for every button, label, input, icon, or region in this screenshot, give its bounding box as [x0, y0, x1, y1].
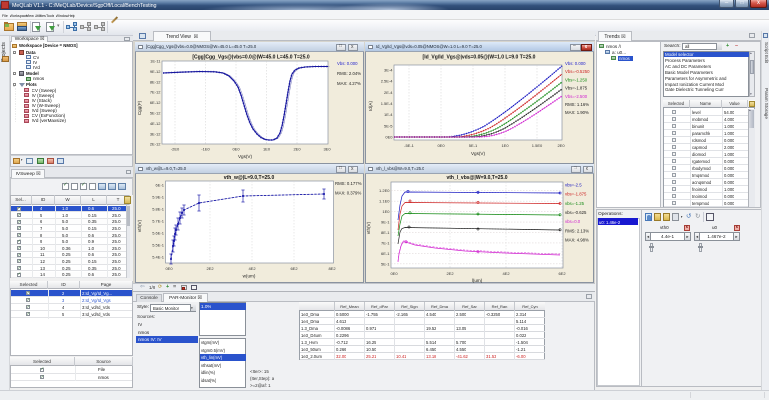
svg-text:6E-12: 6E-12: [150, 100, 161, 105]
svg-text:2E2: 2E2: [206, 266, 214, 271]
svg-text:w(um): w(um): [243, 274, 256, 279]
svg-text:7E-12: 7E-12: [150, 90, 161, 95]
svg-text:4E2: 4E2: [502, 271, 510, 276]
svg-text:[Id_Vg/Id_Vgs@|vds=0.05@|W=1.0: [Id_Vg/Id_Vgs@|vds=0.05@|W=1.0 L=9.0 T=2…: [423, 55, 536, 61]
svg-text:MAX: 0.379%: MAX: 0.379%: [335, 191, 361, 196]
svg-text:0E0: 0E0: [232, 147, 240, 152]
svg-text:RMS: 1.16%: RMS: 1.16%: [565, 102, 589, 107]
svg-text:5.5E-1: 5.5E-1: [152, 243, 165, 248]
svg-text:Vgs(V): Vgs(V): [238, 154, 253, 159]
svg-text:Vbs=-1.875: Vbs=-1.875: [565, 86, 588, 91]
svg-text:5.6E-1: 5.6E-1: [152, 231, 165, 236]
svg-text:vbs=-0.625: vbs=-0.625: [565, 210, 587, 215]
svg-text:2E0: 2E0: [293, 147, 301, 152]
svg-text:vbs=-1.875: vbs=-1.875: [565, 192, 587, 197]
svg-text:1E0: 1E0: [263, 147, 271, 152]
svg-text:5.9E-1: 5.9E-1: [152, 195, 165, 200]
svg-text:Vbs=-2.500: Vbs=-2.500: [565, 94, 588, 99]
svg-text:0E0: 0E0: [385, 135, 393, 140]
svg-text:8E2: 8E2: [328, 266, 336, 271]
svg-text:5.7E-1: 5.7E-1: [152, 219, 165, 224]
svg-text:7E-1: 7E-1: [381, 240, 390, 245]
svg-text:5E-1: 5E-1: [381, 261, 390, 266]
svg-text:[Cgg]Cgg_Vgs@|vbs=0.0@|W=45.0: [Cgg]Cgg_Vgs@|vbs=0.0@|W=45.0 L=45.0 T=2…: [192, 55, 310, 61]
svg-text:vbs=-2.5: vbs=-2.5: [565, 183, 582, 188]
svg-text:1E0: 1E0: [501, 143, 509, 148]
svg-text:5E-5: 5E-5: [384, 123, 393, 128]
svg-text:5.8E-1: 5.8E-1: [152, 207, 165, 212]
svg-text:1.5E-4: 1.5E-4: [381, 101, 394, 106]
svg-text:0E0: 0E0: [437, 143, 445, 148]
svg-text:4E-12: 4E-12: [150, 121, 161, 126]
svg-text:Vbs: 0.000: Vbs: 0.000: [565, 61, 586, 66]
svg-text:5.4E-1: 5.4E-1: [152, 255, 165, 260]
svg-text:2E0: 2E0: [557, 143, 565, 148]
svg-text:vbs=0.0: vbs=0.0: [565, 219, 581, 224]
svg-text:4E2: 4E2: [248, 266, 256, 271]
svg-text:vth(V): vth(V): [366, 221, 371, 234]
svg-text:MAX: 4.27%: MAX: 4.27%: [337, 81, 361, 86]
svg-text:1.5E0: 1.5E0: [532, 143, 543, 148]
svg-text:Vbs: 0.000: Vbs: 0.000: [337, 61, 358, 66]
svg-text:1.2E0: 1.2E0: [379, 188, 390, 193]
svg-text:MAX: 4.98%: MAX: 4.98%: [565, 237, 589, 242]
svg-text:2E-12: 2E-12: [150, 142, 161, 147]
svg-text:9E-1: 9E-1: [381, 220, 390, 225]
svg-text:5E-12: 5E-12: [150, 111, 161, 116]
svg-text:-2E0: -2E0: [171, 147, 180, 152]
svg-text:MAX: 1.90%: MAX: 1.90%: [565, 110, 589, 115]
svg-text:Vbs=-1.250: Vbs=-1.250: [565, 77, 588, 82]
svg-text:1E-4: 1E-4: [384, 112, 393, 117]
svg-text:vbs=-1.25: vbs=-1.25: [565, 201, 585, 206]
svg-text:vth_l_vbs@|W=9.0,T=25.0: vth_l_vbs@|W=9.0,T=25.0: [446, 175, 507, 181]
svg-text:vth(V): vth(V): [137, 219, 142, 232]
svg-text:1E-11: 1E-11: [150, 59, 161, 64]
svg-text:RMS: 2.04%: RMS: 2.04%: [337, 71, 361, 76]
svg-text:8E-1: 8E-1: [381, 230, 390, 235]
svg-text:5E-1: 5E-1: [469, 143, 478, 148]
svg-text:2E2: 2E2: [446, 271, 454, 276]
svg-text:6E2: 6E2: [558, 271, 566, 276]
svg-text:-5E-1: -5E-1: [404, 143, 415, 148]
svg-text:Cgg(F): Cgg(F): [137, 100, 142, 115]
svg-text:2.5E-4: 2.5E-4: [381, 79, 394, 84]
svg-text:Id(A): Id(A): [368, 101, 373, 111]
svg-text:9E-12: 9E-12: [150, 69, 161, 74]
svg-text:vth_w@|L=9.0,T=25.0: vth_w@|L=9.0,T=25.0: [224, 175, 275, 181]
svg-text:1E0: 1E0: [382, 209, 390, 214]
svg-text:RMS: 2.13%: RMS: 2.13%: [565, 228, 589, 233]
svg-text:Vgs(V): Vgs(V): [471, 151, 486, 156]
svg-text:3E-12: 3E-12: [150, 131, 161, 136]
svg-text:RMS: 0.177%: RMS: 0.177%: [335, 181, 362, 186]
svg-text:8E-12: 8E-12: [150, 79, 161, 84]
svg-text:6E-1: 6E-1: [381, 251, 390, 256]
svg-text:3E-4: 3E-4: [384, 68, 393, 73]
svg-text:0E0: 0E0: [390, 271, 398, 276]
svg-text:Vbs=-0.5250: Vbs=-0.5250: [565, 69, 590, 74]
svg-text:3E0: 3E0: [323, 147, 331, 152]
svg-text:-1E0: -1E0: [201, 147, 210, 152]
svg-text:2E-4: 2E-4: [384, 90, 393, 95]
svg-text:0E0: 0E0: [165, 266, 173, 271]
svg-text:6E2: 6E2: [290, 266, 298, 271]
svg-text:1.1E0: 1.1E0: [379, 199, 390, 204]
svg-text:6E-1: 6E-1: [156, 183, 165, 188]
